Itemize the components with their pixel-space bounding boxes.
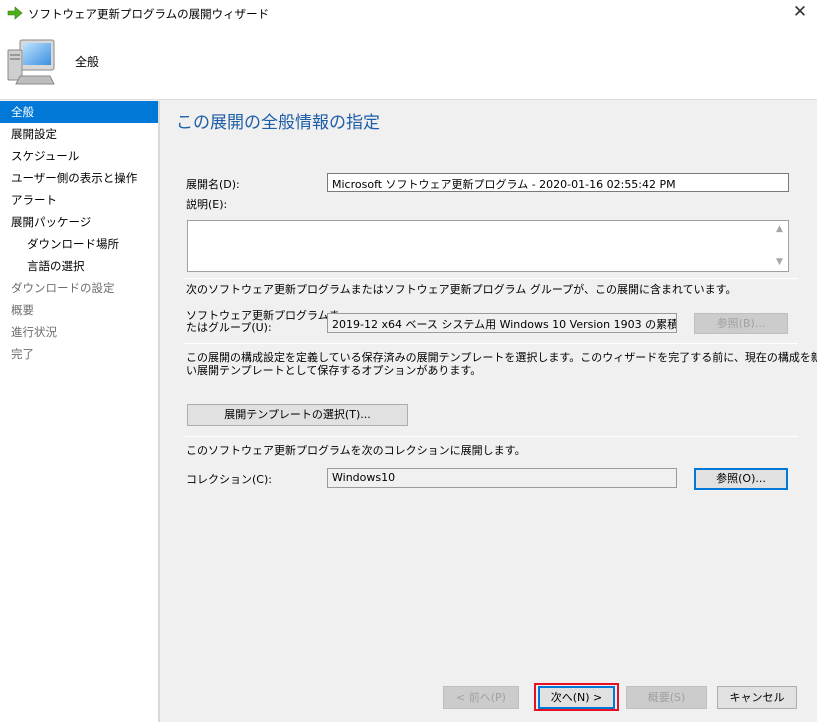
wizard-sidebar: 全般 展開設定 スケジュール ユーザー側の表示と操作 アラート 展開パッケージ … — [0, 101, 158, 722]
updates-info-text: 次のソフトウェア更新プログラムまたはソフトウェア更新プログラム グループが、この… — [186, 283, 737, 296]
scroll-down-icon[interactable]: ▼ — [771, 254, 788, 271]
sidebar-item-download-location[interactable]: ダウンロード場所 — [0, 233, 158, 255]
collection-info-text: このソフトウェア更新プログラムを次のコレクションに展開します。 — [186, 444, 526, 457]
sidebar-item-scheduling[interactable]: スケジュール — [0, 145, 158, 167]
template-info-line2: い展開テンプレートとして保存するオプションがあります。 — [186, 364, 482, 377]
select-template-button[interactable]: 展開テンプレートの選択(T)... — [187, 404, 408, 426]
wizard-arrow-icon — [7, 6, 23, 20]
sidebar-item-progress: 進行状況 — [11, 325, 57, 339]
update-group-input[interactable]: 2019-12 x64 ベース システム用 Windows 10 Version… — [327, 313, 677, 333]
sidebar-item-user-experience[interactable]: ユーザー側の表示と操作 — [0, 167, 158, 189]
collection-label: コレクション(C): — [186, 473, 272, 486]
window-title: ソフトウェア更新プログラムの展開ウィザード — [28, 7, 270, 21]
deployment-name-label: 展開名(D): — [186, 178, 240, 191]
sidebar-item-download-settings: ダウンロードの設定 — [11, 281, 115, 295]
sidebar-item-deployment-package[interactable]: 展開パッケージ — [0, 211, 158, 233]
browse-update-group-button[interactable]: 参照(B)... — [694, 313, 788, 334]
template-info-line1: この展開の構成設定を定義している保存済みの展開テンプレートを選択します。このウィ… — [186, 351, 817, 364]
sidebar-item-completion: 完了 — [11, 347, 34, 361]
deployment-name-input[interactable]: Microsoft ソフトウェア更新プログラム - 2020-01-16 02:… — [327, 173, 789, 192]
wizard-footer: < 前へ(P) 次へ(N) > 概要(S) キャンセル — [160, 669, 817, 722]
section-separator — [184, 436, 798, 437]
sidebar-item-general[interactable]: 全般 — [0, 101, 158, 123]
page-title: この展開の全般情報の指定 — [176, 113, 380, 133]
sidebar-item-alerts[interactable]: アラート — [0, 189, 158, 211]
wizard-content: この展開の全般情報の指定 展開名(D): Microsoft ソフトウェア更新プ… — [160, 101, 817, 669]
description-label: 説明(E): — [186, 198, 228, 211]
summary-button[interactable]: 概要(S) — [626, 686, 707, 709]
browse-collection-button[interactable]: 参照(O)... — [694, 468, 788, 490]
title-bar: ソフトウェア更新プログラムの展開ウィザード ✕ — [0, 0, 817, 28]
header-title: 全般 — [75, 55, 100, 69]
description-textarea[interactable]: ▲ ▼ — [187, 220, 789, 272]
next-button[interactable]: 次へ(N) > — [538, 686, 615, 709]
wizard-header: 全般 — [0, 28, 817, 100]
close-icon[interactable]: ✕ — [791, 3, 809, 21]
update-group-label-line2: たはグループ(U): — [186, 321, 272, 334]
description-scrollbar[interactable]: ▲ ▼ — [771, 221, 788, 271]
previous-button[interactable]: < 前へ(P) — [443, 686, 519, 709]
section-separator — [184, 343, 798, 344]
section-separator — [184, 278, 798, 279]
sidebar-item-deployment-settings[interactable]: 展開設定 — [0, 123, 158, 145]
scroll-up-icon[interactable]: ▲ — [771, 221, 788, 238]
sidebar-item-language-selection[interactable]: 言語の選択 — [0, 255, 158, 277]
cancel-button[interactable]: キャンセル — [717, 686, 797, 709]
computer-icon — [7, 39, 55, 85]
sidebar-item-summary: 概要 — [11, 303, 34, 317]
collection-input[interactable]: Windows10 — [327, 468, 677, 488]
